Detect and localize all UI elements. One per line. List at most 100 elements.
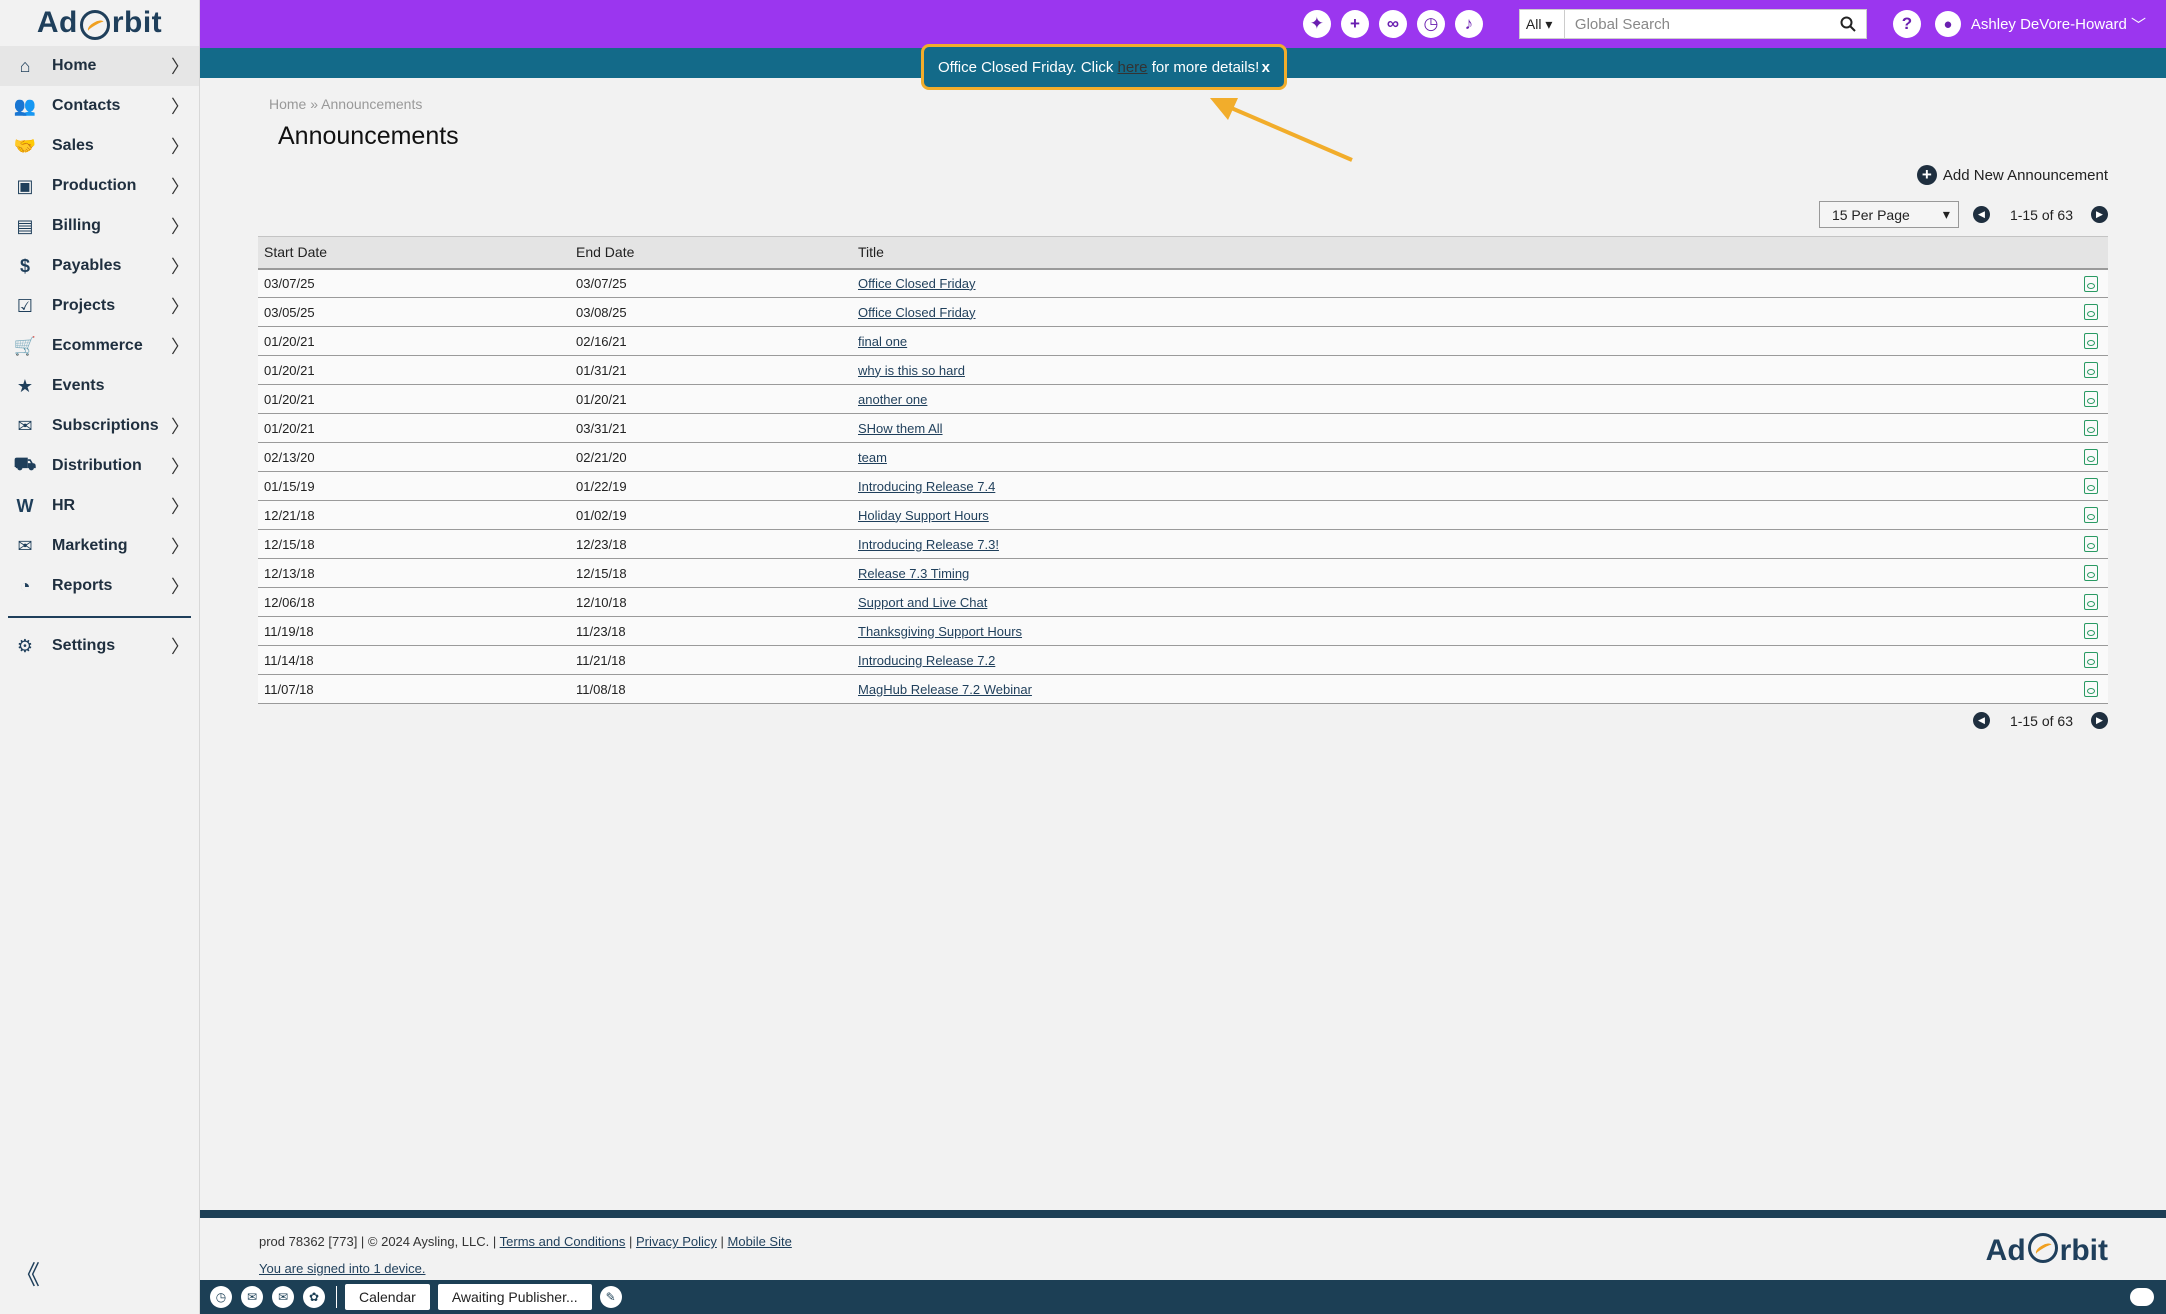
- chevron-right-icon: 〉: [171, 457, 189, 477]
- chevron-down-icon: ▾: [1942, 206, 1950, 222]
- announcement-title-link[interactable]: Thanksgiving Support Hours: [858, 624, 1022, 639]
- mobile-site-link[interactable]: Mobile Site: [728, 1234, 792, 1249]
- sidebar-item-distribution[interactable]: ⛟ Distribution 〉: [0, 446, 199, 486]
- next-page-icon[interactable]: ▶: [2091, 206, 2108, 223]
- footer-info: prod 78362 [773] | © 2024 Aysling, LLC. …: [259, 1234, 500, 1249]
- sidebar-item-marketing[interactable]: ✉ Marketing 〉: [0, 526, 199, 566]
- mail-open-icon[interactable]: ✉: [272, 1286, 294, 1308]
- view-document-icon[interactable]: [2084, 623, 2098, 640]
- search-scope-select[interactable]: All ▾: [1518, 9, 1565, 39]
- table-row: 12/13/18 12/15/18 Release 7.3 Timing: [258, 558, 2108, 588]
- view-document-icon[interactable]: [2084, 333, 2098, 350]
- view-document-icon[interactable]: [2084, 275, 2098, 292]
- view-document-icon[interactable]: [2084, 594, 2098, 611]
- announcement-title-link[interactable]: Office Closed Friday: [858, 305, 976, 320]
- sidebar-item-billing[interactable]: ▤ Billing 〉: [0, 206, 199, 246]
- announcement-title-link[interactable]: Introducing Release 7.4: [858, 479, 995, 494]
- view-document-icon[interactable]: [2084, 652, 2098, 669]
- end-date-cell: 02/16/21: [570, 326, 852, 356]
- banner-link[interactable]: here: [1118, 59, 1148, 76]
- search-scope-value: All: [1525, 16, 1542, 32]
- add-new-announcement-button[interactable]: Add New Announcement: [1943, 167, 2108, 184]
- collapse-sidebar-icon[interactable]: 《: [14, 1255, 40, 1292]
- breadcrumb-home[interactable]: Home: [269, 96, 306, 112]
- search-icon[interactable]: [1840, 16, 1856, 32]
- apps-icon[interactable]: ✿: [303, 1286, 325, 1308]
- mail-icon[interactable]: ✉: [241, 1286, 263, 1308]
- adorbit-logo[interactable]: Ad rbit: [0, 0, 199, 46]
- view-document-icon[interactable]: [2084, 304, 2098, 321]
- plus-circle-icon[interactable]: +: [1916, 165, 1937, 185]
- view-document-icon[interactable]: [2084, 536, 2098, 553]
- awaiting-publisher-button[interactable]: Awaiting Publisher...: [437, 1284, 592, 1310]
- clock-icon[interactable]: ◷: [210, 1286, 232, 1308]
- announcement-title-link[interactable]: Release 7.3 Timing: [858, 566, 969, 581]
- invoice-icon: ▤: [16, 215, 34, 236]
- start-date-cell: 02/13/20: [258, 442, 570, 472]
- action-cell: [2068, 355, 2108, 385]
- announcement-title-link[interactable]: MagHub Release 7.2 Webinar: [858, 682, 1032, 697]
- bell-icon[interactable]: ♪: [1454, 10, 1483, 38]
- help-icon[interactable]: ?: [1892, 10, 1921, 38]
- view-document-icon[interactable]: [2084, 362, 2098, 379]
- table-row: 02/13/20 02/21/20 team: [258, 442, 2108, 472]
- sidebar-item-ecommerce[interactable]: 🛒 Ecommerce 〉: [0, 326, 199, 366]
- toggle-icon[interactable]: [2130, 1288, 2154, 1306]
- action-cell: [2068, 268, 2108, 298]
- signed-in-devices-link[interactable]: You are signed into 1 device.: [259, 1261, 425, 1276]
- view-document-icon[interactable]: [2084, 391, 2098, 408]
- next-page-icon[interactable]: ▶: [2091, 712, 2108, 729]
- sidebar-item-subscriptions[interactable]: ✉ Subscriptions 〉: [0, 406, 199, 446]
- title-cell: Introducing Release 7.3!: [852, 529, 2068, 559]
- close-icon[interactable]: x: [1262, 59, 1270, 76]
- per-page-select[interactable]: 15 Per Page ▾: [1818, 201, 1959, 228]
- sidebar-item-contacts[interactable]: 👥 Contacts 〉: [0, 86, 199, 126]
- sidebar-item-settings[interactable]: ⚙ Settings 〉: [0, 626, 199, 666]
- sidebar-item-projects[interactable]: ☑ Projects 〉: [0, 286, 199, 326]
- action-cell: [2068, 471, 2108, 501]
- sidebar-item-label: Distribution: [52, 457, 142, 474]
- announcement-title-link[interactable]: Introducing Release 7.3!: [858, 537, 999, 552]
- sidebar-item-home[interactable]: ⌂ Home 〉: [0, 46, 199, 86]
- party-icon[interactable]: ✦: [1302, 10, 1331, 38]
- announcement-title-link[interactable]: team: [858, 450, 887, 465]
- announcement-title-link[interactable]: SHow them All: [858, 421, 943, 436]
- announcement-title-link[interactable]: Office Closed Friday: [858, 276, 976, 291]
- sidebar-item-payables[interactable]: $ Payables 〉: [0, 246, 199, 286]
- previous-page-icon[interactable]: ◀: [1972, 712, 1990, 729]
- calendar-button[interactable]: Calendar: [345, 1284, 430, 1310]
- announcement-title-link[interactable]: Introducing Release 7.2: [858, 653, 995, 668]
- terms-link[interactable]: Terms and Conditions: [500, 1234, 626, 1249]
- sidebar-item-events[interactable]: ★ Events: [0, 366, 199, 406]
- column-header-end-date[interactable]: End Date: [570, 236, 852, 270]
- plus-icon[interactable]: +: [1340, 10, 1369, 38]
- sidebar-item-production[interactable]: ▣ Production 〉: [0, 166, 199, 206]
- announcement-title-link[interactable]: another one: [858, 392, 927, 407]
- column-header-start-date[interactable]: Start Date: [258, 236, 570, 270]
- view-document-icon[interactable]: [2084, 478, 2098, 495]
- view-document-icon[interactable]: [2084, 681, 2098, 698]
- sidebar-item-hr[interactable]: W HR 〉: [0, 486, 199, 526]
- link-icon[interactable]: ∞: [1378, 10, 1407, 38]
- previous-page-icon[interactable]: ◀: [1972, 206, 1990, 223]
- column-header-title[interactable]: Title: [852, 236, 2068, 270]
- w2-form-icon: W: [16, 495, 34, 516]
- announcement-title-link[interactable]: Support and Live Chat: [858, 595, 987, 610]
- sidebar-item-sales[interactable]: 🤝 Sales 〉: [0, 126, 199, 166]
- edit-icon[interactable]: ✎: [599, 1286, 622, 1308]
- user-menu[interactable]: ● Ashley DeVore-Howard ﹀: [1934, 11, 2146, 37]
- start-date-cell: 11/14/18: [258, 645, 570, 675]
- search-input[interactable]: Global Search: [1564, 9, 1867, 39]
- announcement-title-link[interactable]: why is this so hard: [858, 363, 965, 378]
- view-document-icon[interactable]: [2084, 449, 2098, 466]
- privacy-link[interactable]: Privacy Policy: [636, 1234, 717, 1249]
- announcement-title-link[interactable]: final one: [858, 334, 907, 349]
- top-bar: ✦ + ∞ ◷ ♪ All ▾ Global Search ? ● Ashley DeV…: [200, 0, 2166, 48]
- view-document-icon[interactable]: [2084, 420, 2098, 437]
- history-icon[interactable]: ◷: [1416, 10, 1445, 38]
- view-document-icon[interactable]: [2084, 507, 2098, 524]
- sidebar-item-reports[interactable]: ◔ Reports 〉: [0, 566, 199, 606]
- banner-text-after: for more details!: [1147, 58, 1260, 76]
- view-document-icon[interactable]: [2084, 565, 2098, 582]
- announcement-title-link[interactable]: Holiday Support Hours: [858, 508, 989, 523]
